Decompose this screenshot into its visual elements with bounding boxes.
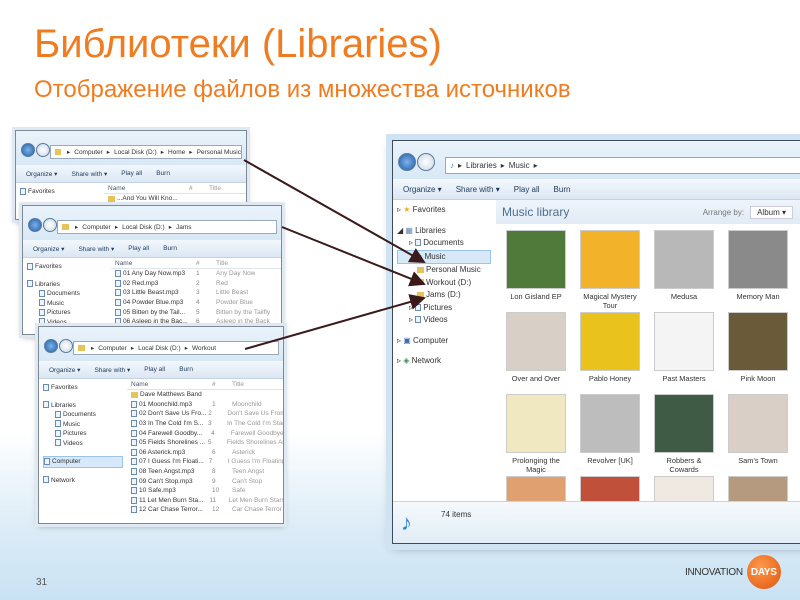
- innovation-days-logo: INNOVATION DAYS: [685, 555, 781, 589]
- arrow-workout: [244, 294, 426, 350]
- connector-arrows: [243, 159, 426, 350]
- arrow-personal-music: [243, 159, 426, 263]
- page-number: 31: [36, 577, 48, 588]
- arrow-jams: [281, 226, 426, 287]
